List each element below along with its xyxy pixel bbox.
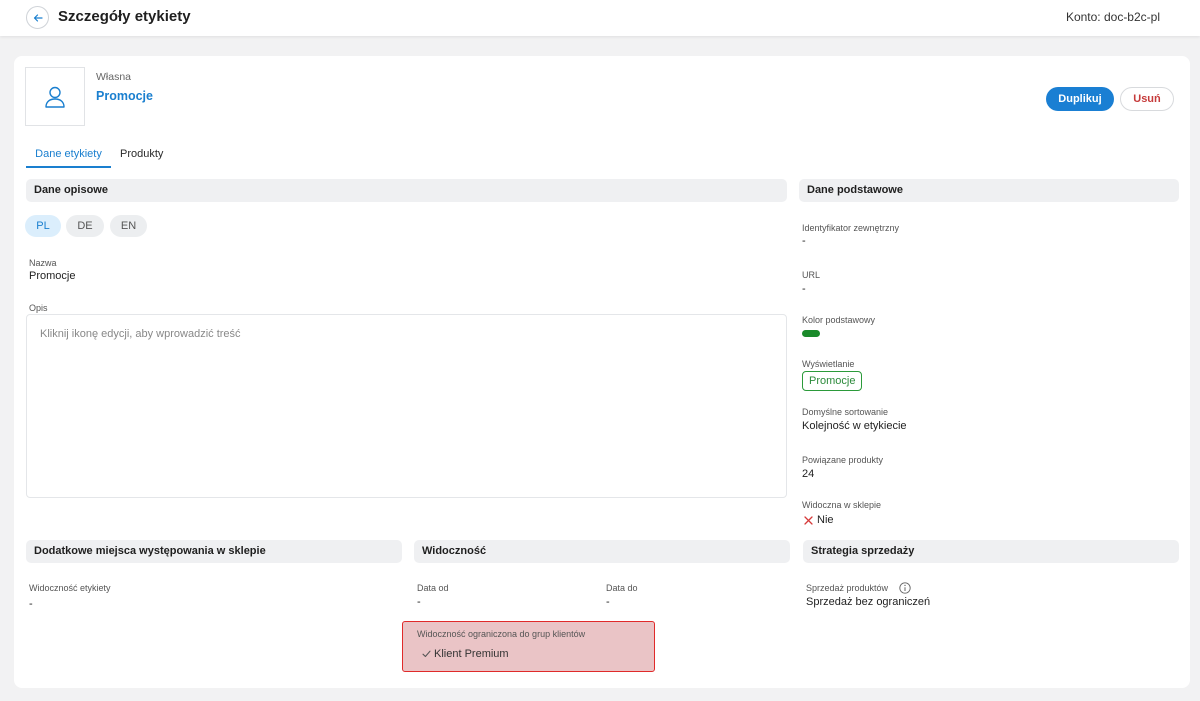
name-value: Promocje [29,270,76,282]
check-icon [422,650,431,658]
external-id-value: - [802,235,806,247]
account-label: Konto: doc-b2c-pl [1065,10,1160,24]
sales-products-label: Sprzedaż produktów [806,583,889,593]
name-label: Nazwa [29,258,57,268]
delete-button[interactable]: Usuń [1120,87,1174,111]
sales-products-value: Sprzedaż bez ograniczeń [806,596,931,608]
sorting-value: Kolejność w etykiecie [802,420,907,432]
color-swatch [802,330,820,337]
owner-label: Własna [96,71,132,83]
url-value: - [802,283,806,295]
close-icon [804,515,813,525]
description-label: Opis [29,303,48,313]
related-products-value: 24 [802,468,815,480]
sorting-label: Domyślne sortowanie [802,407,889,417]
date-to-label: Data do [606,583,638,593]
section-visibility-header: Widoczność [414,540,790,563]
section-basic-header: Dane podstawowe [799,179,1179,202]
url-label: URL [802,270,821,280]
user-icon [45,86,65,108]
info-icon[interactable] [899,582,911,594]
page-title: Szczegóły etykiety [58,8,191,25]
date-to-value: - [606,596,610,608]
visible-in-shop-value: Nie [817,514,834,526]
section-descriptive-header: Dane opisowe [26,179,787,202]
customer-groups-label: Widoczność ograniczona do grup klientów [417,629,586,639]
label-visibility-label: Widoczność etykiety [29,583,111,593]
description-field[interactable]: Kliknij ikonę edycji, aby wprowadzić tre… [26,314,787,498]
tab-products[interactable]: Produkty [120,148,163,160]
section-sales-header: Strategia sprzedaży [803,540,1179,563]
lang-pill-en[interactable]: EN [110,215,147,237]
date-from-value: - [417,596,421,608]
date-from-label: Data od [417,583,449,593]
visible-in-shop-row: Nie [804,514,834,526]
entity-name[interactable]: Promocje [96,89,153,103]
duplicate-button[interactable]: Duplikuj [1046,87,1114,111]
lang-pill-de[interactable]: DE [66,215,104,237]
section-additional-header: Dodatkowe miejsca występowania w sklepie [26,540,402,563]
label-thumbnail [25,67,85,126]
lang-pill-pl[interactable]: PL [25,215,61,237]
tab-label-data[interactable]: Dane etykiety [26,148,111,168]
external-id-label: Identyfikator zewnętrzny [802,223,900,233]
customer-group-name: Klient Premium [434,648,509,660]
display-badge: Promocje [802,371,863,391]
display-label: Wyświetlanie [802,359,855,369]
back-button[interactable] [26,6,49,29]
related-products-label: Powiązane produkty [802,455,884,465]
main-card: Własna Promocje Duplikuj Usuń Dane etyki… [14,56,1190,688]
arrow-left-icon [33,13,43,22]
customer-group-item: Klient Premium [422,648,509,660]
color-label: Kolor podstawowy [802,315,876,325]
visible-in-shop-label: Widoczna w sklepie [802,500,882,510]
top-bar: Szczegóły etykiety Konto: doc-b2c-pl [0,0,1200,36]
label-visibility-value: - [29,598,33,610]
